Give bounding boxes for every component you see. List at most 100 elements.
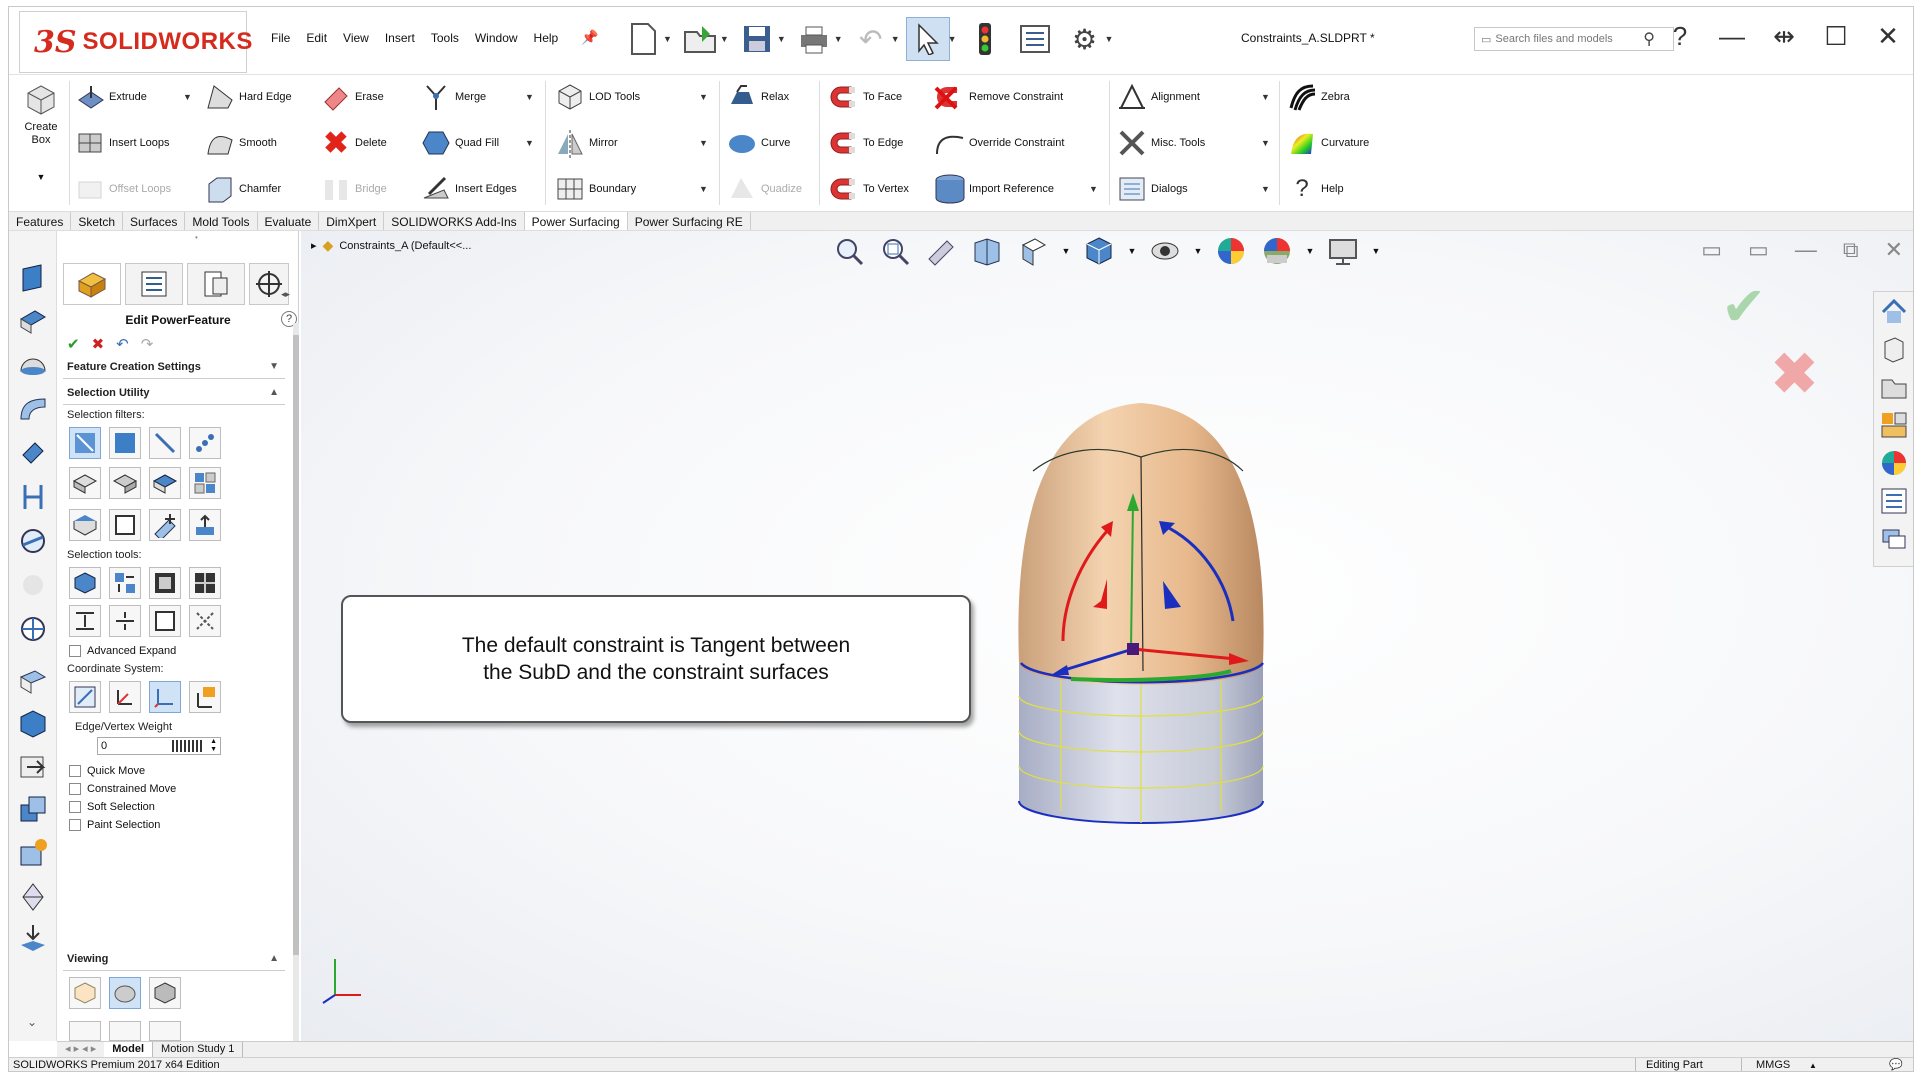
chevron-down-icon[interactable]: ▼: [1371, 233, 1381, 269]
solidworks-logo[interactable]: 3S SOLIDWORKS: [19, 11, 252, 73]
filter-shape-3-icon[interactable]: [149, 467, 181, 499]
paint-selection-checkbox[interactable]: Paint Selection: [69, 819, 160, 831]
select-ring-icon[interactable]: [189, 567, 221, 599]
chevron-down-icon[interactable]: ▼: [1193, 233, 1203, 269]
settings-tool-icon[interactable]: [17, 837, 49, 869]
tab-solidworks-add-ins[interactable]: SOLIDWORKS Add-Ins: [384, 212, 525, 230]
rebuild-traffic-light-icon[interactable]: [963, 17, 1007, 61]
section-view-icon[interactable]: [969, 233, 1005, 269]
menu-view[interactable]: View: [343, 31, 369, 45]
new-document-icon[interactable]: [621, 17, 665, 61]
to-edge-button[interactable]: To Edge: [827, 125, 903, 161]
view-smooth-icon[interactable]: [109, 977, 141, 1009]
open-document-icon[interactable]: [678, 17, 722, 61]
import-tool-icon[interactable]: [17, 923, 49, 955]
coord-custom-icon[interactable]: [189, 681, 221, 713]
to-face-button[interactable]: To Face: [827, 79, 902, 115]
vertex-tool-icon[interactable]: [17, 881, 49, 913]
view-cage-icon[interactable]: [149, 977, 181, 1009]
select-all-icon[interactable]: [69, 567, 101, 599]
tab-evaluate[interactable]: Evaluate: [258, 212, 320, 230]
print-icon[interactable]: [792, 17, 836, 61]
chevron-down-icon[interactable]: ▼: [720, 34, 729, 44]
chevron-up-icon[interactable]: ▲: [1809, 1058, 1817, 1071]
advanced-expand-checkbox[interactable]: Advanced Expand: [69, 645, 176, 657]
selection-utility-header[interactable]: Selection Utility ▲: [63, 383, 285, 405]
help-button[interactable]: ? Help: [1285, 171, 1343, 207]
filter-shape-4-icon[interactable]: [69, 509, 101, 541]
select-tool-7-icon[interactable]: [149, 605, 181, 637]
tab-features[interactable]: Features: [9, 212, 72, 230]
viewport-minimize-icon[interactable]: —: [1795, 237, 1817, 263]
quick-move-checkbox[interactable]: Quick Move: [69, 765, 145, 777]
pin-tool-icon[interactable]: [17, 437, 49, 469]
probe-tool-icon[interactable]: [17, 613, 49, 645]
override-constraint-button[interactable]: Override Constraint: [933, 125, 1064, 161]
view-option-4-icon[interactable]: [69, 1021, 101, 1041]
file-properties-icon[interactable]: [1013, 17, 1057, 61]
tab-dimxpert[interactable]: DimXpert: [319, 212, 385, 230]
curve-button[interactable]: Curve: [725, 125, 790, 161]
view-settings-monitor-icon[interactable]: [1325, 233, 1361, 269]
apply-scene-icon[interactable]: [1259, 233, 1295, 269]
chevron-up-icon[interactable]: ▲: [269, 949, 279, 969]
view-wireframe-icon[interactable]: [69, 977, 101, 1009]
search-icon[interactable]: ⚲: [1643, 29, 1655, 49]
disabled-tool-icon[interactable]: [17, 569, 49, 601]
dialogs-button[interactable]: Dialogs ▼: [1115, 171, 1270, 207]
chevron-down-icon[interactable]: ▼: [891, 34, 900, 44]
confirmation-ok-check-icon[interactable]: ✔: [1721, 275, 1766, 338]
redo-icon[interactable]: ↷: [141, 335, 154, 353]
viewport-close-icon[interactable]: ✕: [1885, 237, 1903, 263]
solidworks-resources-home-icon[interactable]: [1874, 292, 1913, 330]
soft-selection-checkbox[interactable]: Soft Selection: [69, 801, 155, 813]
hard-edge-button[interactable]: Hard Edge: [203, 79, 292, 115]
chevron-up-icon[interactable]: ▲: [269, 383, 279, 403]
tab-scroll-icon[interactable]: ◂ ▸ ◂ ▸: [57, 1042, 104, 1057]
chevron-down-icon[interactable]: ▼: [1127, 233, 1137, 269]
search-input[interactable]: ▭ Search files and models ⚲: [1474, 27, 1674, 51]
view-option-5-icon[interactable]: [109, 1021, 141, 1041]
tab-mold-tools[interactable]: Mold Tools: [185, 212, 258, 230]
merge-button[interactable]: Merge ▼: [419, 79, 534, 115]
insert-loops-button[interactable]: Insert Loops: [73, 125, 170, 161]
filter-up-icon[interactable]: [189, 509, 221, 541]
pin-icon[interactable]: 📌: [581, 29, 598, 46]
save-icon[interactable]: [735, 17, 779, 61]
box-tool-icon[interactable]: [17, 707, 49, 739]
pm-tabs-scroll-icon[interactable]: ◂▸: [281, 289, 290, 300]
edge-vertex-weight-input[interactable]: 0 ▲ ▼: [97, 737, 221, 755]
checkbox-box[interactable]: [69, 783, 81, 795]
ok-check-icon[interactable]: ✔: [67, 335, 80, 353]
ribbon-expand-icon[interactable]: ▼: [21, 171, 61, 184]
misc-tools-button[interactable]: Misc. Tools ▼: [1115, 125, 1270, 161]
view-option-6-icon[interactable]: [149, 1021, 181, 1041]
confirmation-cancel-x-icon[interactable]: ✖: [1771, 341, 1818, 407]
chevron-down-icon[interactable]: ▼: [834, 34, 843, 44]
appearances-scenes-icon[interactable]: [1874, 444, 1913, 482]
lod-tools-button[interactable]: LOD Tools ▼: [553, 79, 708, 115]
viewport-tile-icon[interactable]: ▭: [1701, 237, 1722, 263]
status-chat-icon[interactable]: 💬: [1889, 1058, 1903, 1071]
split-tool-icon[interactable]: [17, 481, 49, 513]
minimize-icon[interactable]: —: [1717, 21, 1747, 52]
remove-constraint-button[interactable]: Remove Constraint: [933, 79, 1063, 115]
filter-lines-icon[interactable]: [149, 427, 181, 459]
checkbox-box[interactable]: [69, 801, 81, 813]
select-loop-icon[interactable]: [149, 567, 181, 599]
viewing-header[interactable]: Viewing ▲: [63, 949, 285, 971]
undo-icon[interactable]: ↶: [116, 335, 129, 353]
maximize-icon[interactable]: ☐: [1821, 21, 1851, 52]
tab-power-surfacing-re[interactable]: Power Surfacing RE: [628, 212, 751, 230]
checkbox-box[interactable]: [69, 645, 81, 657]
curvature-button[interactable]: Curvature: [1285, 125, 1369, 161]
subd-model[interactable]: [981, 371, 1341, 831]
close-icon[interactable]: ✕: [1873, 21, 1903, 52]
select-grow-icon[interactable]: [109, 567, 141, 599]
filter-grid-icon[interactable]: [189, 467, 221, 499]
surface-tool-icon[interactable]: [17, 665, 49, 697]
inspect-tool-icon[interactable]: [17, 525, 49, 557]
erase-button[interactable]: Erase: [319, 79, 384, 115]
export-tool-icon[interactable]: [17, 751, 49, 783]
tab-power-surfacing[interactable]: Power Surfacing: [524, 212, 628, 230]
